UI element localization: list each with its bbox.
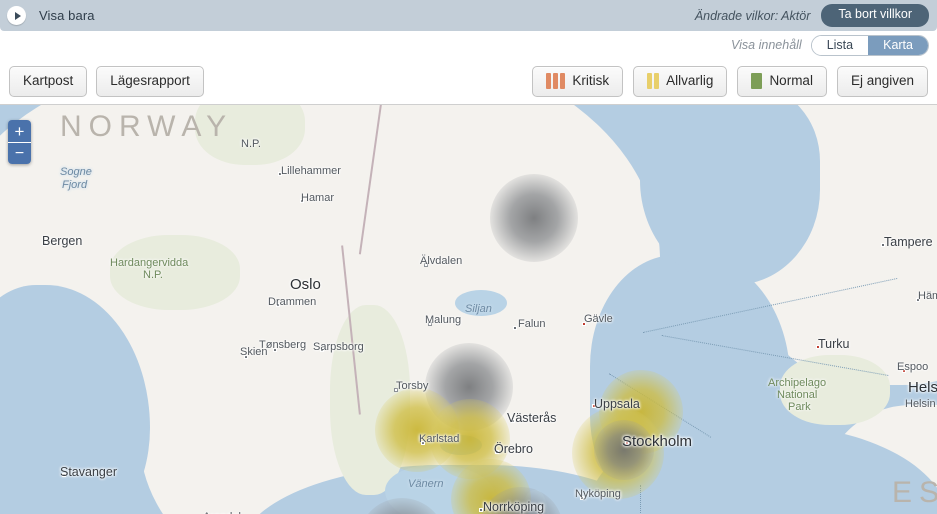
zoom-out-button[interactable]: −	[8, 142, 31, 164]
legend-button-kritisk[interactable]: Kritisk	[532, 66, 624, 97]
legend-label-normal: Normal	[769, 73, 813, 89]
filter-topbar: Visa bara Ändrade vilkor: Aktör Ta bort …	[0, 0, 937, 31]
lagesrapport-button[interactable]: Lägesrapport	[96, 66, 204, 97]
map-canvas[interactable]: NORWAY N.P. Sogne Fjord Lillehammer Hamar Berg…	[0, 105, 937, 514]
map-toolbar: Kartpost Lägesrapport Kritisk Allvarlig	[0, 59, 937, 105]
view-mode-segmented-control: Lista Karta	[810, 34, 929, 56]
expand-filter-button[interactable]	[7, 6, 26, 25]
show-content-label: Visa innehåll	[731, 38, 802, 52]
severity-bars-allvarlig-icon	[647, 73, 660, 89]
tab-karta[interactable]: Karta	[868, 35, 928, 55]
map-view-page: Visa bara Ändrade vilkor: Aktör Ta bort …	[0, 0, 937, 514]
map-zoom-control: + −	[8, 120, 31, 164]
legend-filter-group: Kritisk Allvarlig Normal Ej angiven	[522, 66, 928, 97]
view-toggle-row: Visa innehåll Lista Karta	[0, 31, 937, 59]
remove-conditions-button[interactable]: Ta bort villkor	[821, 4, 929, 27]
legend-button-allvarlig[interactable]: Allvarlig	[633, 66, 728, 97]
legend-button-normal[interactable]: Normal	[737, 66, 827, 97]
topbar-right-group: Ändrade vilkor: Aktör Ta bort villkor	[695, 4, 937, 27]
severity-bars-normal-icon	[751, 73, 763, 89]
legend-label-allvarlig: Allvarlig	[666, 73, 714, 89]
show-only-label: Visa bara	[39, 8, 95, 23]
legend-label-kritisk: Kritisk	[572, 73, 610, 89]
play-triangle-icon	[14, 11, 21, 20]
kartpost-button[interactable]: Kartpost	[9, 66, 88, 97]
tab-lista[interactable]: Lista	[811, 35, 869, 55]
severity-bars-kritisk-icon	[546, 73, 566, 89]
legend-button-ej-angiven[interactable]: Ej angiven	[836, 66, 928, 97]
zoom-in-button[interactable]: +	[8, 120, 31, 142]
changed-conditions-text: Ändrade vilkor: Aktör	[694, 8, 811, 23]
